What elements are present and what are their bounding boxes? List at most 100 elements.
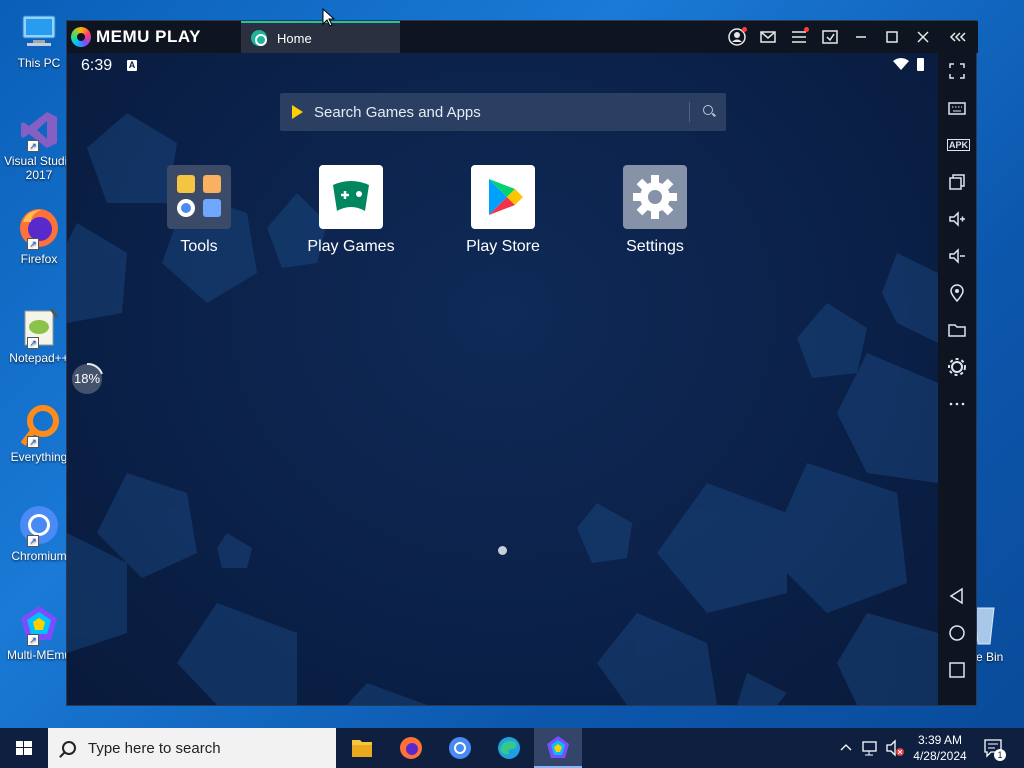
location-icon	[950, 284, 964, 303]
home-button[interactable]	[947, 623, 967, 643]
tray-show-hidden-button[interactable]	[836, 728, 856, 768]
taskbar-memu[interactable]	[534, 728, 582, 768]
tools-folder-icon	[167, 165, 231, 229]
taskbar-chromium[interactable]	[436, 728, 484, 768]
search-placeholder: Search Games and Apps	[314, 103, 481, 121]
loading-progress-ring: 18%	[70, 362, 104, 396]
keyboard-button[interactable]	[947, 98, 967, 118]
taskbar-file-explorer[interactable]	[338, 728, 386, 768]
desktop-icon-label: Multi-MEmu	[6, 648, 71, 662]
desktop-icon-label: Chromium	[11, 549, 67, 563]
taskbar-search-box[interactable]: Type here to search	[48, 728, 336, 768]
minimize-icon	[856, 36, 866, 38]
minimize-button[interactable]	[851, 27, 871, 47]
start-button[interactable]	[0, 728, 48, 768]
file-explorer-icon	[352, 740, 372, 757]
wallpaper-pentagons	[67, 113, 938, 705]
network-icon	[862, 741, 877, 756]
settings-gear-icon	[623, 165, 687, 229]
shortcut-arrow-icon: ↗	[27, 140, 39, 152]
close-button[interactable]	[913, 27, 933, 47]
status-clock: 6:39	[81, 57, 113, 74]
tab-home-label: Home	[277, 30, 312, 46]
memu-titlebar[interactable]: MEMU PLAY Home	[67, 21, 978, 53]
close-icon	[917, 31, 929, 43]
mouse-cursor-icon	[322, 8, 336, 27]
notepad-plus-plus-icon: ↗	[17, 305, 61, 349]
tray-volume-button[interactable]	[884, 728, 906, 768]
fullscreen-icon	[949, 63, 965, 79]
shortcut-arrow-icon: ↗	[27, 238, 39, 250]
desktop-icon-notepad-plus-plus[interactable]: ↗ Notepad++	[4, 305, 74, 365]
action-center-button[interactable]: 1	[980, 728, 1008, 768]
more-button[interactable]	[947, 394, 967, 414]
location-button[interactable]	[947, 283, 967, 303]
tab-home[interactable]: Home	[241, 21, 400, 53]
app-play-store[interactable]: Play Store	[443, 165, 563, 256]
search-games-apps-bar[interactable]: Search Games and Apps	[280, 93, 726, 131]
desktop-icon-label: Firefox	[20, 252, 58, 266]
desktop-icon-visual-studio[interactable]: ↗ Visual Studio 2017	[4, 108, 74, 182]
home-tab-icon	[251, 30, 267, 46]
memu-right-toolbar: APK	[938, 53, 976, 705]
shortcut-arrow-icon: ↗	[27, 634, 39, 646]
memu-icon	[547, 736, 569, 758]
memu-logo: MEMU PLAY	[71, 26, 201, 48]
desktop-icon-chromium[interactable]: ↗ Chromium	[4, 503, 74, 563]
back-button[interactable]	[947, 586, 967, 606]
app-settings[interactable]: Settings	[595, 165, 715, 256]
notification-icon	[984, 739, 1002, 758]
app-label: Play Games	[307, 238, 395, 255]
shortcut-arrow-icon: ↗	[27, 337, 39, 349]
tray-date: 4/28/2024	[913, 749, 967, 763]
notification-dot	[742, 27, 747, 32]
volume-down-button[interactable]	[947, 246, 967, 266]
maximize-button[interactable]	[882, 27, 902, 47]
settings-icon	[948, 358, 966, 376]
chromium-icon: ↗	[17, 503, 61, 547]
play-store-search-icon	[292, 105, 303, 119]
progress-percent: 18%	[73, 371, 101, 386]
windows-logo-icon	[16, 741, 32, 755]
collapse-sidebar-button[interactable]	[948, 27, 968, 47]
home-icon	[949, 625, 965, 641]
volume-up-button[interactable]	[947, 209, 967, 229]
desktop-icon-firefox[interactable]: ↗ Firefox	[4, 206, 74, 266]
android-screen[interactable]: 6:39 A Search Games and Apps Tools Play …	[67, 53, 938, 705]
tray-network-button[interactable]	[860, 728, 882, 768]
desktop-icon-multi-memu[interactable]: ↗ Multi-MEmu	[4, 602, 74, 662]
settings-button[interactable]	[947, 357, 967, 377]
app-label: Tools	[180, 238, 218, 255]
battery-icon	[917, 58, 924, 71]
mail-icon	[760, 31, 776, 43]
shared-folder-button[interactable]	[947, 320, 967, 340]
notification-count: 1	[994, 749, 1006, 761]
status-notification-badge: A	[127, 60, 137, 71]
app-play-games[interactable]: Play Games	[291, 165, 411, 256]
apk-icon: APK	[947, 139, 971, 151]
desktop-icon-everything[interactable]: ↗ Everything	[4, 404, 74, 464]
screen-mirror-button[interactable]	[820, 27, 840, 47]
recents-button[interactable]	[947, 660, 967, 680]
apk-install-button[interactable]: APK	[947, 135, 971, 155]
volume-up-icon	[949, 211, 965, 227]
mail-button[interactable]	[758, 27, 778, 47]
fullscreen-button[interactable]	[947, 61, 967, 81]
memu-window: MEMU PLAY Home 6:39 A Search Games and A…	[66, 20, 978, 706]
menu-button[interactable]	[789, 27, 809, 47]
tray-time: 3:39 AM	[917, 733, 963, 747]
firefox-icon	[400, 737, 422, 759]
maximize-icon	[886, 31, 898, 43]
tray-clock[interactable]: 3:39 AM 4/28/2024	[908, 728, 972, 768]
taskbar-firefox[interactable]	[387, 728, 435, 768]
desktop-icon-this-pc[interactable]: This PC	[4, 10, 74, 70]
account-button[interactable]	[727, 27, 747, 47]
chromium-icon	[449, 737, 471, 759]
app-tools[interactable]: Tools	[139, 165, 259, 256]
multi-window-button[interactable]	[947, 172, 967, 192]
everything-search-icon: ↗	[17, 404, 61, 448]
memu-logo-text: MEMU PLAY	[96, 27, 201, 46]
keyboard-icon	[948, 102, 966, 115]
search-icon[interactable]	[703, 105, 713, 115]
taskbar-edge[interactable]	[485, 728, 533, 768]
